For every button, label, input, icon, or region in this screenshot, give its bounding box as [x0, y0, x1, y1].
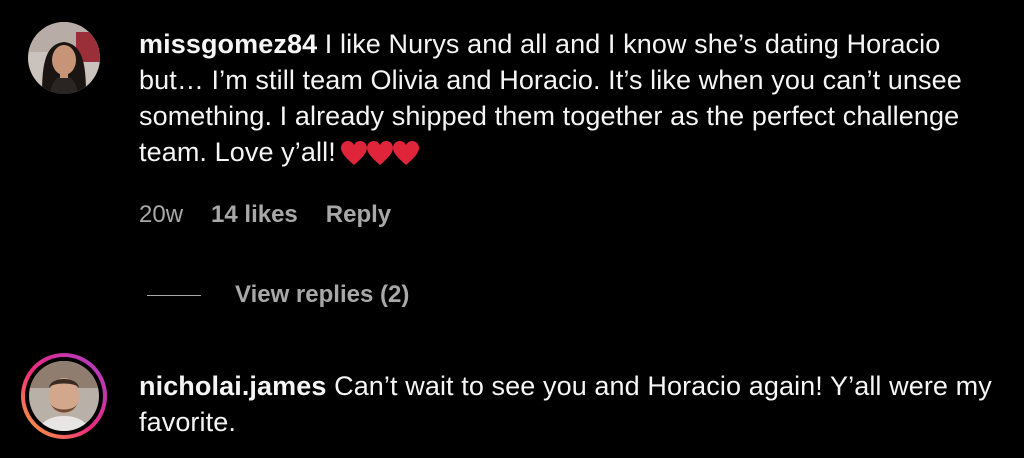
likes-count[interactable]: 14 likes [211, 201, 298, 229]
view-replies-label: View replies (2) [235, 281, 410, 308]
avatar-photo [28, 22, 100, 94]
heart-icon [392, 141, 419, 165]
avatar-missgomez84[interactable] [28, 22, 100, 94]
replies-divider-line [147, 294, 201, 296]
hearts-emoji [340, 139, 419, 175]
comment-text-block: missgomez84 I like Nurys and all and I k… [139, 26, 1009, 175]
comment-meta: 20w 14 likes Reply [139, 201, 391, 229]
avatar-nicholai-james[interactable] [20, 352, 108, 440]
username-link[interactable]: missgomez84 [139, 29, 317, 59]
username-link[interactable]: nicholai.james [139, 371, 326, 401]
comment-age[interactable]: 20w [139, 201, 183, 229]
heart-icon [366, 141, 393, 165]
comment-text-block: nicholai.james Can’t wait to see you and… [139, 368, 1009, 440]
reply-button[interactable]: Reply [326, 201, 391, 229]
heart-icon [340, 141, 367, 165]
view-replies-button[interactable]: View replies (2) [147, 281, 409, 309]
story-ring-avatar [21, 353, 107, 439]
